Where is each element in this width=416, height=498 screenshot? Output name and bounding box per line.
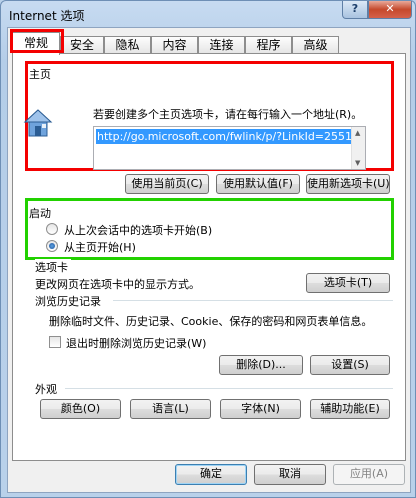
radio-last-session[interactable] [46,223,58,235]
general-tab-panel: 主页 若要创建多个主页选项卡，请在每行输入一个地址(R)。 http://go.… [12,53,406,461]
tab-privacy[interactable]: 隐私 [104,36,151,54]
url-scrollbar[interactable]: ▲ ▼ [351,127,365,169]
tab-content[interactable]: 内容 [151,36,198,54]
radio-homepage[interactable] [46,240,58,252]
use-new-tab-button[interactable]: 使用新选项卡(U) [306,174,390,194]
homepage-instruction: 若要创建多个主页选项卡，请在每行输入一个地址(R)。 [93,108,363,121]
apply-button[interactable]: 应用(A) [333,464,405,485]
home-icon [23,109,53,137]
window-title: Internet 选项 [9,9,85,23]
startup-section-label: 启动 [29,205,54,221]
history-section-label: 浏览历史记录 [35,293,104,309]
delete-history-button[interactable]: 删除(D)... [219,355,303,375]
scroll-down-icon[interactable]: ▼ [355,159,360,167]
delete-on-exit-label[interactable]: 退出时删除浏览历史记录(W) [66,335,206,351]
tab-advanced[interactable]: 高级 [292,36,339,54]
appearance-divider [65,388,393,389]
ok-button[interactable]: 确定 [175,464,247,485]
close-button[interactable]: ✕ [368,1,412,19]
scroll-up-icon[interactable]: ▲ [355,129,360,137]
help-button[interactable]: ? [342,1,368,19]
title-bar[interactable]: Internet 选项 ? ✕ [1,1,415,27]
delete-on-exit-checkbox[interactable] [49,336,61,348]
languages-button[interactable]: 语言(L) [130,399,211,419]
fonts-button[interactable]: 字体(N) [220,399,301,419]
tab-highlight-box [10,29,64,53]
history-divider [113,300,393,301]
use-current-button[interactable]: 使用当前页(C) [125,174,209,194]
tabs-settings-button[interactable]: 选项卡(T) [306,273,390,293]
history-settings-button[interactable]: 设置(S) [310,355,390,375]
homepage-url-textarea[interactable]: http://go.microsoft.com/fwlink/p/?LinkId… [93,126,366,170]
homepage-url-value: http://go.microsoft.com/fwlink/p/?LinkId… [96,129,351,144]
tabs-section-label: 选项卡 [35,259,71,275]
colors-button[interactable]: 颜色(O) [40,399,121,419]
tabs-section-description: 更改网页在选项卡中的显示方式。 [35,278,200,291]
radio-last-session-label[interactable]: 从上次会话中的选项卡开始(B) [64,222,212,238]
cancel-button[interactable]: 取消 [254,464,326,485]
dialog-client-area: 常规 安全 隐私 内容 连接 程序 高级 主页 若要创建多个主页选项卡，请在每行… [7,27,411,493]
tab-security[interactable]: 安全 [60,36,104,54]
radio-homepage-label[interactable]: 从主页开始(H) [64,239,136,255]
tab-connections[interactable]: 连接 [198,36,245,54]
homepage-section-label: 主页 [29,66,54,82]
accessibility-button[interactable]: 辅助功能(E) [310,399,390,419]
tab-programs[interactable]: 程序 [245,36,292,54]
appearance-section-label: 外观 [35,381,60,397]
use-default-button[interactable]: 使用默认值(F) [216,174,300,194]
history-description: 删除临时文件、历史记录、Cookie、保存的密码和网页表单信息。 [49,315,373,328]
internet-options-window: Internet 选项 ? ✕ 常规 安全 隐私 内容 连接 程序 高级 主页 [0,0,416,498]
